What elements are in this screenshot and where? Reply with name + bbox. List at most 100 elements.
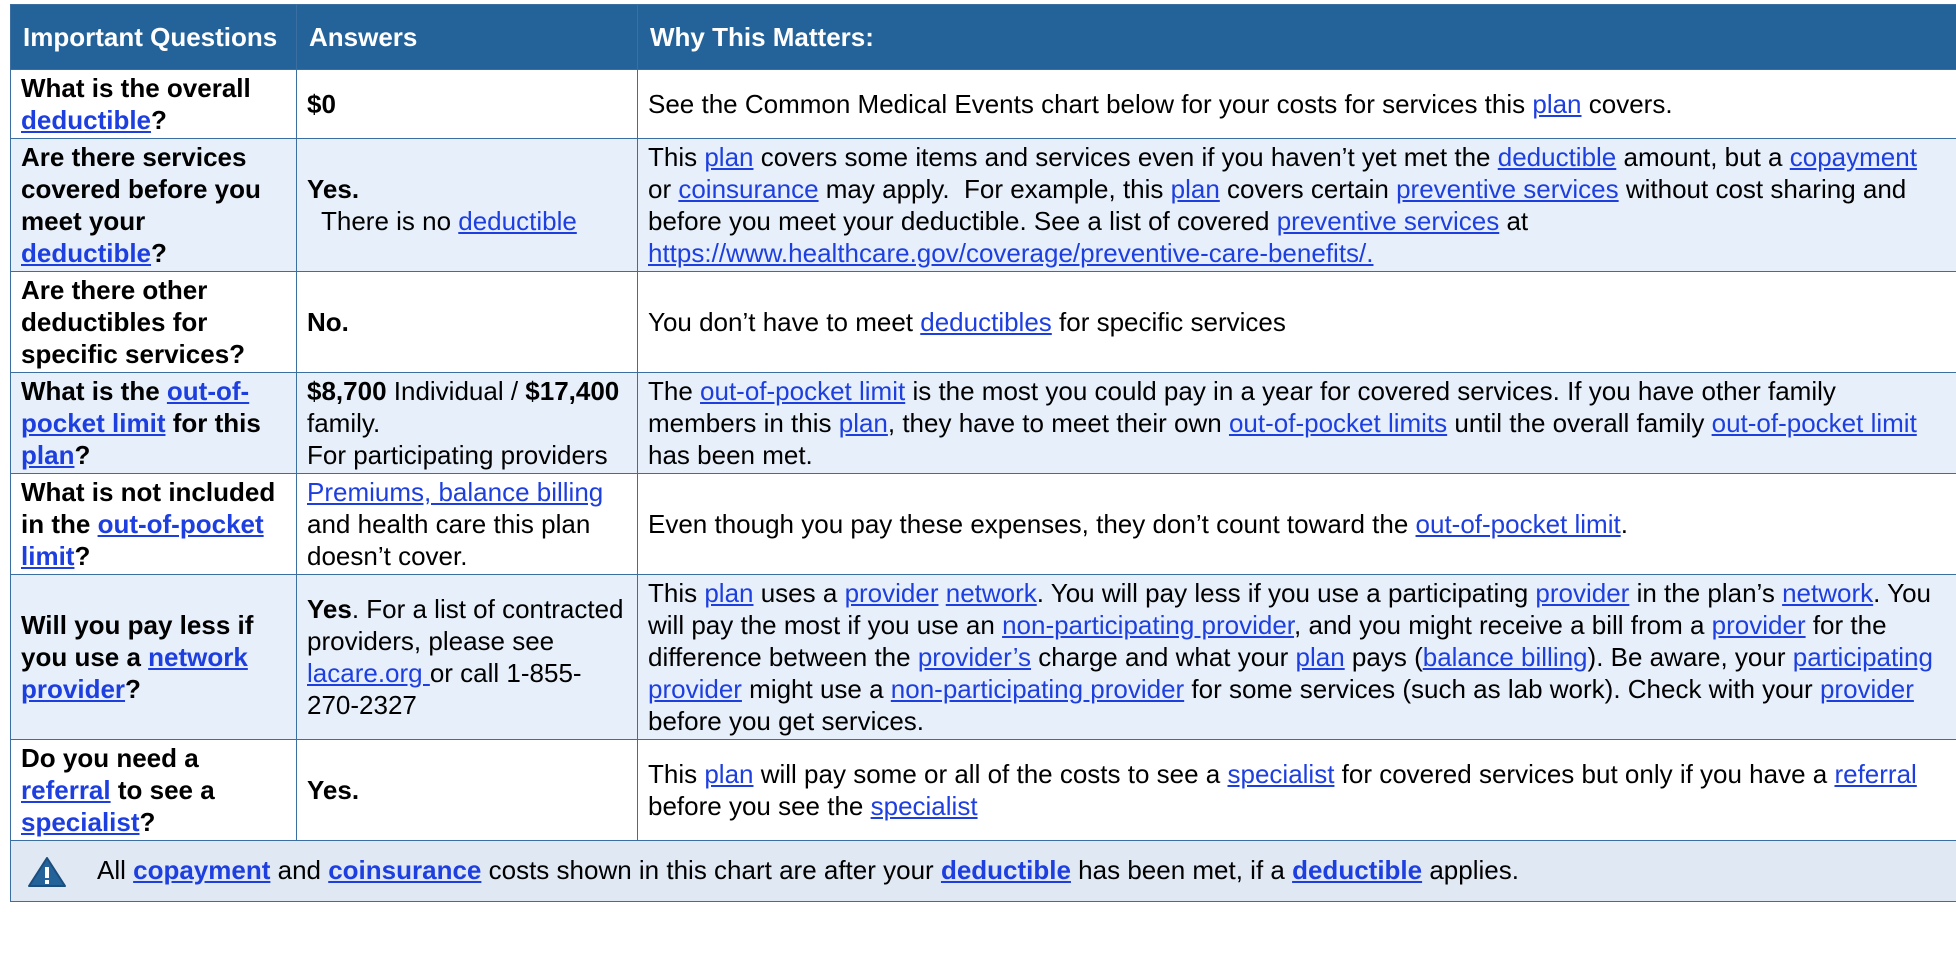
why-text: charge and what your [1031,642,1296,672]
plan-link[interactable]: plan [1171,174,1220,204]
why-cell: The out-of-pocket limit is the most you … [637,372,1956,474]
why-cell: This plan covers some items and services… [637,138,1956,272]
why-text: Even though you pay these expenses, they… [648,509,1416,539]
referral-link[interactable]: referral [1834,759,1916,789]
provider-link[interactable]: provider [1820,674,1914,704]
answer-cell: Yes. There is no deductible [296,138,638,272]
warning-icon [27,856,67,888]
referral-link[interactable]: referral [21,775,111,805]
out-of-pocket-limit-link[interactable]: out-of-pocket limit [1416,509,1621,539]
table-row: What is the out-of-pocket limit for this… [10,372,1956,474]
out-of-pocket-limit-link[interactable]: out-of-pocket limit [1712,408,1917,438]
why-cell: This plan uses a provider network. You w… [637,574,1956,740]
network-link[interactable]: network [1782,578,1873,608]
why-text: will pay some or all of the costs to see… [753,759,1228,789]
question-text: Do you need a [21,743,199,773]
answer-text: Yes. [307,775,360,805]
question-cell: Are there services covered before you me… [10,138,297,272]
deductibles-link[interactable]: deductibles [920,307,1052,337]
question-text: What is the overall [21,73,251,103]
answer-cell: Premiums, balance billing and health car… [296,473,638,575]
lacare-link[interactable]: lacare.org [307,658,430,688]
why-text: . You will pay less if you use a partici… [1036,578,1536,608]
answer-text: For participating providers [307,440,608,470]
answer-cell: Yes. [296,739,638,841]
provider-link[interactable]: provider [1712,610,1806,640]
out-of-pocket-limits-link[interactable]: out-of-pocket limits [1229,408,1447,438]
table-row: Will you pay less if you use a network p… [10,574,1956,740]
healthcare-gov-link[interactable]: https://www.healthcare.gov/coverage/prev… [648,238,1374,268]
answer-text: family. [307,408,381,438]
question-text: ? [151,238,167,268]
specialist-link[interactable]: specialist [1228,759,1335,789]
question-cell: Do you need a referral to see a speciali… [10,739,297,841]
header-why-this-matters: Why This Matters: [637,4,1956,70]
question-text: ? [74,440,91,470]
coinsurance-link[interactable]: coinsurance [678,174,818,204]
copayment-link[interactable]: copayment [1790,142,1917,172]
out-of-pocket-limit-link[interactable]: out-of-pocket limit [700,376,905,406]
plan-link[interactable]: plan [21,440,74,470]
answer-text: No. [307,307,349,337]
coverage-questions-sheet: Important Questions Answers Why This Mat… [10,4,1956,902]
answer-cell: No. [296,271,638,373]
why-text: covers certain [1219,174,1397,204]
specialist-link[interactable]: specialist [21,807,140,837]
answer-text: $8,700 [307,376,387,406]
deductible-link[interactable]: deductible [1498,142,1617,172]
answer-text: There is no [307,206,459,236]
network-link[interactable]: network [946,578,1037,608]
answer-line: $8,700 Individual / $17,400 family. [307,375,627,439]
preventive-services-link[interactable]: preventive services [1396,174,1619,204]
table-row: Do you need a referral to see a speciali… [10,739,1956,841]
question-cell: Will you pay less if you use a network p… [10,574,297,740]
preventive-services-link[interactable]: preventive services [1277,206,1500,236]
plan-link[interactable]: plan [704,759,753,789]
plan-link[interactable]: plan [839,408,888,438]
footer-text: and [270,854,329,885]
why-text: , they have to meet their own [887,408,1229,438]
answer-cell: $0 [296,69,638,139]
why-text: This [648,578,705,608]
table-row: What is not included in the out-of-pocke… [10,473,1956,575]
specialist-link[interactable]: specialist [871,791,978,821]
table-header-row: Important Questions Answers Why This Mat… [10,4,1956,70]
plan-link[interactable]: plan [1296,642,1345,672]
deductible-link[interactable]: deductible [21,105,151,135]
provider-link[interactable]: provider [845,578,939,608]
why-text: might use a [741,674,891,704]
deductible-link[interactable]: deductible [941,855,1071,885]
deductible-link[interactable]: deductible [21,238,151,268]
question-text: What is the [21,376,167,406]
non-participating-provider-link[interactable]: non-participating provider [891,674,1184,704]
plan-link[interactable]: plan [704,142,753,172]
non-participating-provider-link[interactable]: non-participating provider [1002,610,1294,640]
answer-text: and health care this plan doesn’t cover. [307,509,591,571]
header-important-questions: Important Questions [10,4,297,70]
copayment-link[interactable]: copayment [133,855,270,885]
providers-link[interactable]: provider’s [918,642,1031,672]
why-text: See the Common Medical Events chart belo… [648,89,1533,119]
why-text: , and you might receive a bill from a [1294,610,1712,640]
why-text: covers. [1581,89,1673,119]
why-cell: You don’t have to meet deductibles for s… [637,271,1956,373]
plan-link[interactable]: plan [704,578,753,608]
balance-billing-link[interactable]: balance billing [1423,642,1588,672]
why-text: pays ( [1344,642,1423,672]
footer-text: applies. [1422,854,1519,885]
why-text: This [648,142,705,172]
why-text: . [1620,509,1628,539]
table-row: Are there other deductibles for specific… [10,271,1956,373]
deductible-link[interactable]: deductible [458,206,577,236]
coinsurance-link[interactable]: coinsurance [328,855,481,885]
deductible-link[interactable]: deductible [1292,855,1422,885]
why-text: You don’t have to meet [648,307,921,337]
footer-note: All copayment and coinsurance costs show… [10,840,1956,902]
premiums-balance-billing-link[interactable]: Premiums, balance billing [307,477,603,507]
provider-link[interactable]: provider [1535,578,1629,608]
plan-link[interactable]: plan [1532,89,1581,119]
why-text: before you get services. [648,706,925,736]
why-text: has been met. [648,440,813,470]
question-text: ? [139,807,156,837]
question-text: Are there services covered before you me… [21,142,261,236]
